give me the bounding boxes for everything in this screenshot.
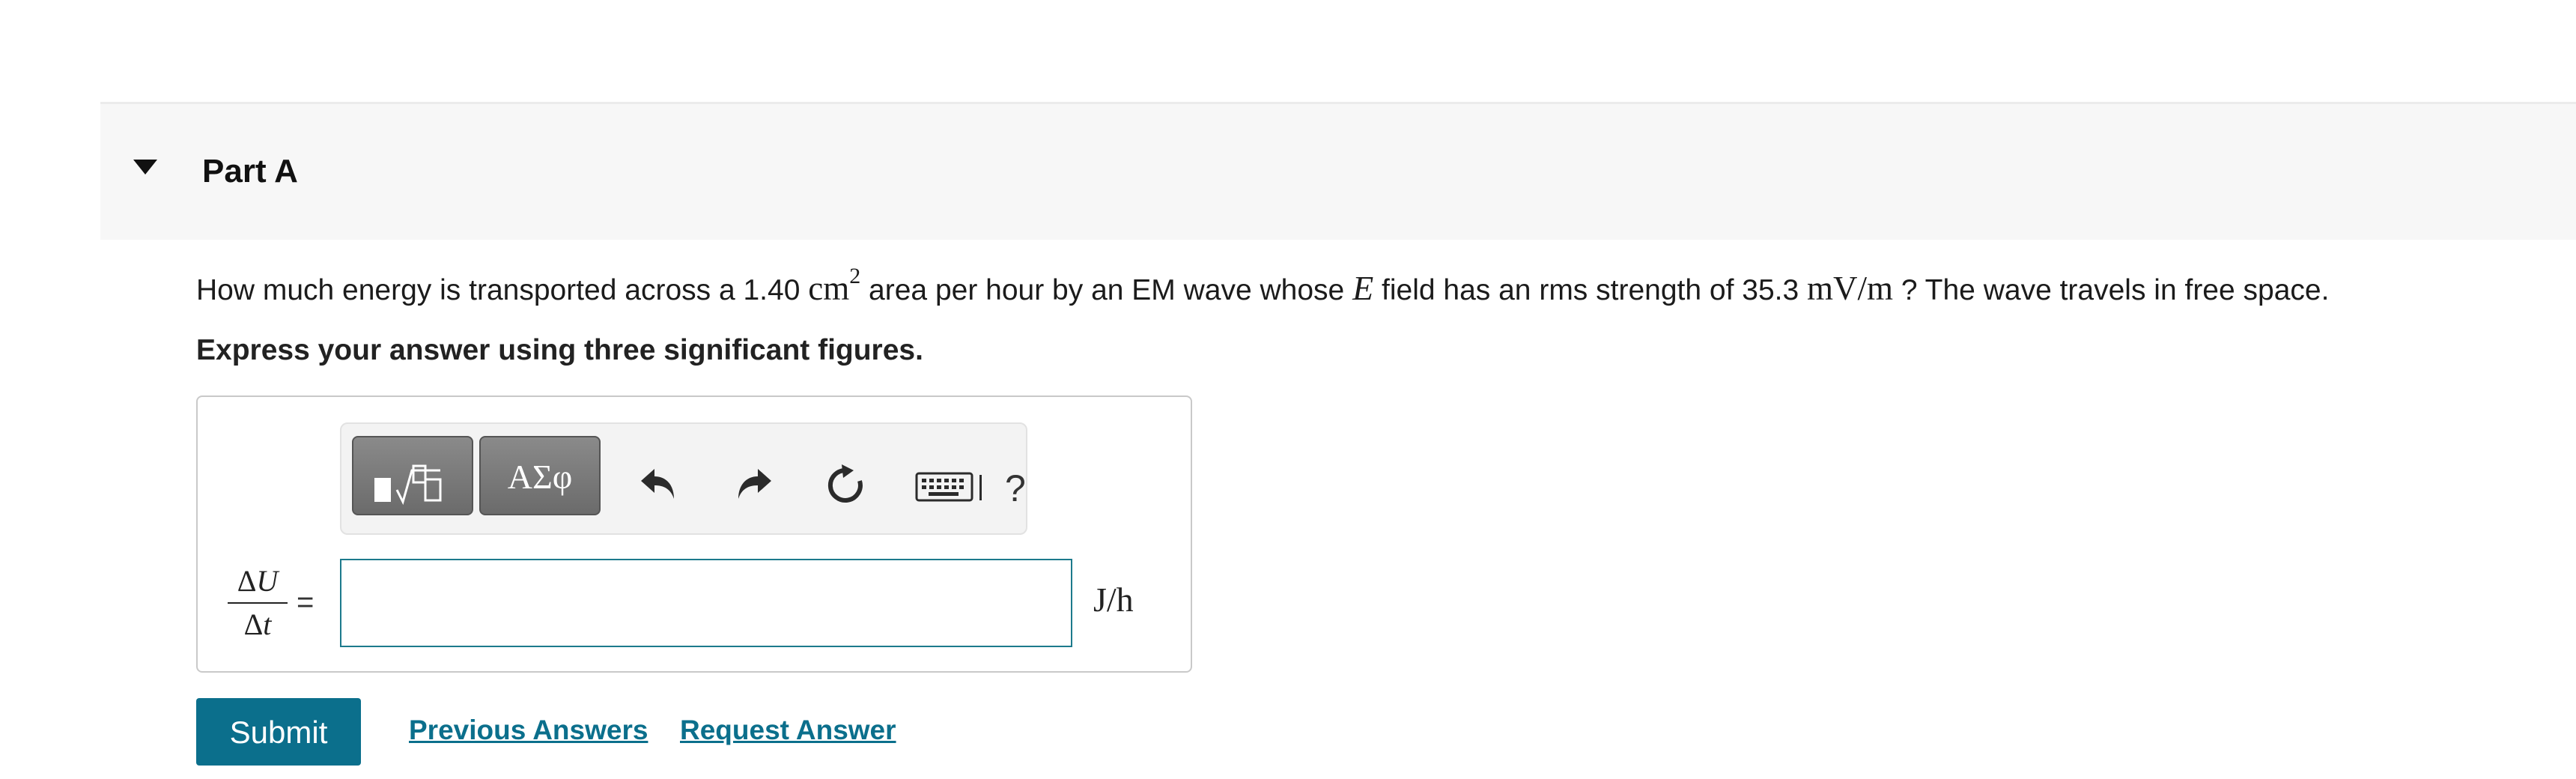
- templates-icon: [353, 464, 472, 517]
- equals-sign: =: [297, 586, 315, 619]
- delta-symbol: Δ: [237, 564, 257, 598]
- undo-icon[interactable]: [638, 464, 680, 502]
- keyboard-icon[interactable]: [915, 470, 987, 503]
- templates-button[interactable]: [352, 436, 473, 515]
- answer-input[interactable]: [340, 559, 1072, 647]
- answer-variable-label: ΔU Δt: [228, 563, 288, 643]
- question-text-segment: field has an rms strength of 35.3: [1373, 274, 1807, 306]
- delta-symbol: Δ: [243, 607, 264, 641]
- redo-icon[interactable]: [732, 464, 774, 502]
- instruction-text: Express your answer using three signific…: [196, 334, 923, 366]
- greek-symbols-button[interactable]: ΑΣφ: [479, 436, 601, 515]
- field-symbol: E: [1352, 269, 1374, 307]
- area-unit-exponent: 2: [849, 264, 861, 288]
- numerator-variable: U: [256, 564, 279, 598]
- answer-unit: J/h: [1093, 581, 1134, 619]
- previous-answers-link[interactable]: Previous Answers: [409, 712, 648, 749]
- submit-button[interactable]: Submit: [196, 698, 361, 766]
- question-text: How much energy is transported across a …: [196, 262, 2329, 317]
- question-text-segment: ? The wave travels in free space.: [1893, 274, 2330, 306]
- area-unit: cm2: [808, 265, 860, 308]
- math-toolbar: ΑΣφ ?: [340, 422, 1027, 535]
- field-unit: mV/m: [1807, 270, 1894, 307]
- help-button[interactable]: ?: [1005, 466, 1026, 511]
- greek-symbols-label: ΑΣφ: [507, 458, 573, 496]
- caret-down-icon[interactable]: [130, 152, 175, 197]
- page: Part A How much energy is transported ac…: [0, 0, 2576, 779]
- part-header: Part A: [100, 102, 2576, 240]
- question-text-segment: area per hour by an EM wave whose: [860, 274, 1353, 306]
- fraction-denominator: Δt: [228, 607, 288, 643]
- answer-box: ΑΣφ ? ΔU Δt = J/h: [196, 395, 1192, 673]
- reset-icon[interactable]: [825, 464, 867, 506]
- question-text-segment: How much energy is transported across a …: [196, 274, 809, 306]
- fraction-bar: [228, 602, 288, 604]
- part-title: Part A: [202, 153, 298, 190]
- denominator-variable: t: [263, 607, 272, 641]
- fraction-numerator: ΔU: [228, 563, 288, 599]
- area-unit-base: cm: [808, 270, 850, 307]
- request-answer-link[interactable]: Request Answer: [680, 712, 896, 749]
